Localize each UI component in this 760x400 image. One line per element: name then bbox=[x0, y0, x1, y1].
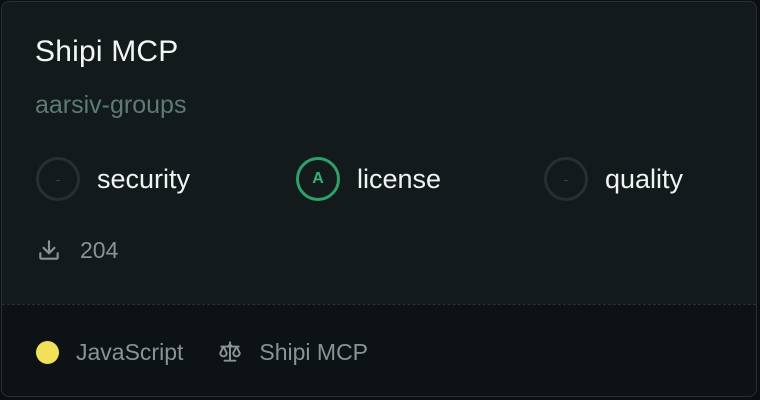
downloads-stat: 204 bbox=[36, 233, 118, 267]
quality-score[interactable]: - quality bbox=[544, 154, 683, 204]
language-label: JavaScript bbox=[76, 338, 184, 365]
organization-name[interactable]: aarsiv-groups bbox=[35, 91, 186, 120]
license-score[interactable]: A license bbox=[296, 154, 441, 204]
quality-grade-badge: - bbox=[544, 157, 588, 201]
security-grade-badge: - bbox=[36, 157, 80, 201]
license-grade-badge: A bbox=[296, 157, 340, 201]
card-body: Shipi MCP aarsiv-groups - security A lic… bbox=[2, 2, 756, 303]
server-card[interactable]: Shipi MCP aarsiv-groups - security A lic… bbox=[1, 1, 757, 397]
download-icon bbox=[39, 240, 59, 260]
license-label: license bbox=[357, 163, 442, 194]
language-color-dot bbox=[36, 340, 59, 364]
scale-icon bbox=[217, 339, 243, 365]
security-label: security bbox=[97, 163, 191, 194]
downloads-count: 204 bbox=[80, 236, 119, 263]
footer-meta: JavaScript Shipi MCP bbox=[36, 335, 368, 369]
server-title[interactable]: Shipi MCP bbox=[35, 35, 179, 69]
quality-label: quality bbox=[605, 163, 684, 194]
security-score[interactable]: - security bbox=[36, 154, 190, 204]
license-name: Shipi MCP bbox=[259, 338, 369, 365]
